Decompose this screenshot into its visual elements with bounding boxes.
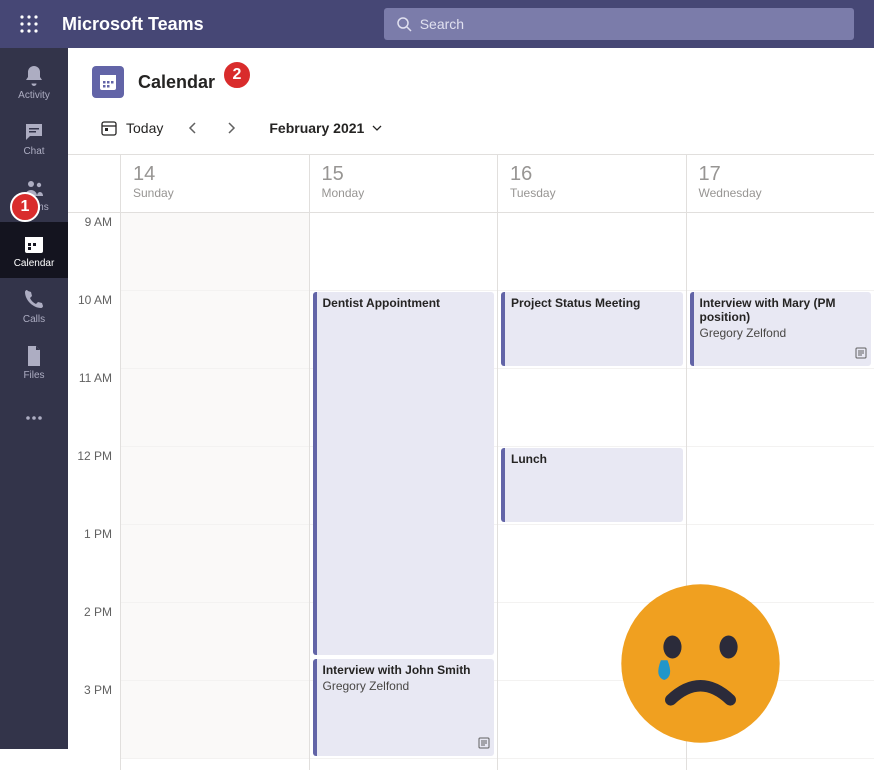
time-label: 3 PM bbox=[68, 681, 120, 759]
day-column[interactable]: Dentist AppointmentInterview with John S… bbox=[309, 213, 498, 770]
annotation-badge-2: 2 bbox=[222, 60, 252, 90]
bell-icon bbox=[22, 64, 46, 88]
calendar-icon bbox=[22, 232, 46, 256]
chevron-right-icon bbox=[225, 122, 237, 134]
time-slot[interactable] bbox=[121, 603, 309, 681]
rail-activity[interactable]: Activity bbox=[0, 54, 68, 110]
time-slot[interactable] bbox=[121, 447, 309, 525]
today-icon bbox=[100, 119, 118, 137]
time-slot[interactable] bbox=[687, 213, 874, 291]
calendar-event[interactable]: Project Status Meeting bbox=[501, 292, 683, 366]
day-header[interactable]: 17Wednesday bbox=[686, 155, 874, 212]
time-slot[interactable] bbox=[498, 213, 686, 291]
today-button[interactable]: Today bbox=[92, 113, 171, 143]
form-icon bbox=[478, 737, 490, 752]
app-rail: Activity Chat Teams Calendar Calls Files bbox=[0, 48, 68, 749]
time-label: 1 PM bbox=[68, 525, 120, 603]
day-header[interactable]: 14Sunday bbox=[120, 155, 309, 212]
phone-icon bbox=[22, 288, 46, 312]
chevron-down-icon bbox=[372, 123, 382, 133]
calendar-event[interactable]: Interview with John SmithGregory Zelfond bbox=[313, 659, 495, 756]
rail-calendar[interactable]: Calendar bbox=[0, 222, 68, 278]
rail-more[interactable] bbox=[0, 390, 68, 446]
calendar-event[interactable]: Lunch bbox=[501, 448, 683, 522]
time-slot[interactable] bbox=[121, 213, 309, 291]
time-label: 10 AM bbox=[68, 291, 120, 369]
rail-chat[interactable]: Chat bbox=[0, 110, 68, 166]
time-slot[interactable] bbox=[121, 681, 309, 759]
time-slot[interactable] bbox=[687, 447, 874, 525]
time-slot[interactable] bbox=[310, 213, 498, 291]
time-label: 12 PM bbox=[68, 447, 120, 525]
rail-files[interactable]: Files bbox=[0, 334, 68, 390]
time-slot[interactable] bbox=[498, 369, 686, 447]
time-slot[interactable] bbox=[121, 291, 309, 369]
time-label: 2 PM bbox=[68, 603, 120, 681]
page-title: Calendar bbox=[138, 72, 215, 93]
month-picker[interactable]: February 2021 bbox=[269, 120, 382, 136]
time-label: 9 AM bbox=[68, 213, 120, 291]
day-column[interactable] bbox=[120, 213, 309, 770]
day-header[interactable]: 16Tuesday bbox=[497, 155, 686, 212]
search-input[interactable] bbox=[420, 16, 842, 32]
next-button[interactable] bbox=[215, 112, 247, 144]
search-box[interactable] bbox=[384, 8, 854, 40]
day-header[interactable]: 15Monday bbox=[309, 155, 498, 212]
search-icon bbox=[396, 16, 412, 32]
annotation-badge-1: 1 bbox=[10, 192, 40, 222]
time-slot[interactable] bbox=[121, 369, 309, 447]
file-icon bbox=[22, 344, 46, 368]
more-icon bbox=[22, 406, 46, 430]
chat-icon bbox=[22, 120, 46, 144]
calendar-event[interactable]: Dentist Appointment bbox=[313, 292, 495, 655]
time-slot[interactable] bbox=[121, 525, 309, 603]
time-slot[interactable] bbox=[687, 369, 874, 447]
calendar-app-icon bbox=[92, 66, 124, 98]
time-label: 11 AM bbox=[68, 369, 120, 447]
chevron-left-icon bbox=[187, 122, 199, 134]
app-launcher-icon[interactable] bbox=[20, 15, 38, 33]
app-name: Microsoft Teams bbox=[62, 14, 204, 35]
crying-emoji-icon bbox=[618, 581, 783, 746]
prev-button[interactable] bbox=[177, 112, 209, 144]
rail-calls[interactable]: Calls bbox=[0, 278, 68, 334]
calendar-event[interactable]: Interview with Mary (PM position)Gregory… bbox=[690, 292, 872, 366]
form-icon bbox=[855, 347, 867, 362]
